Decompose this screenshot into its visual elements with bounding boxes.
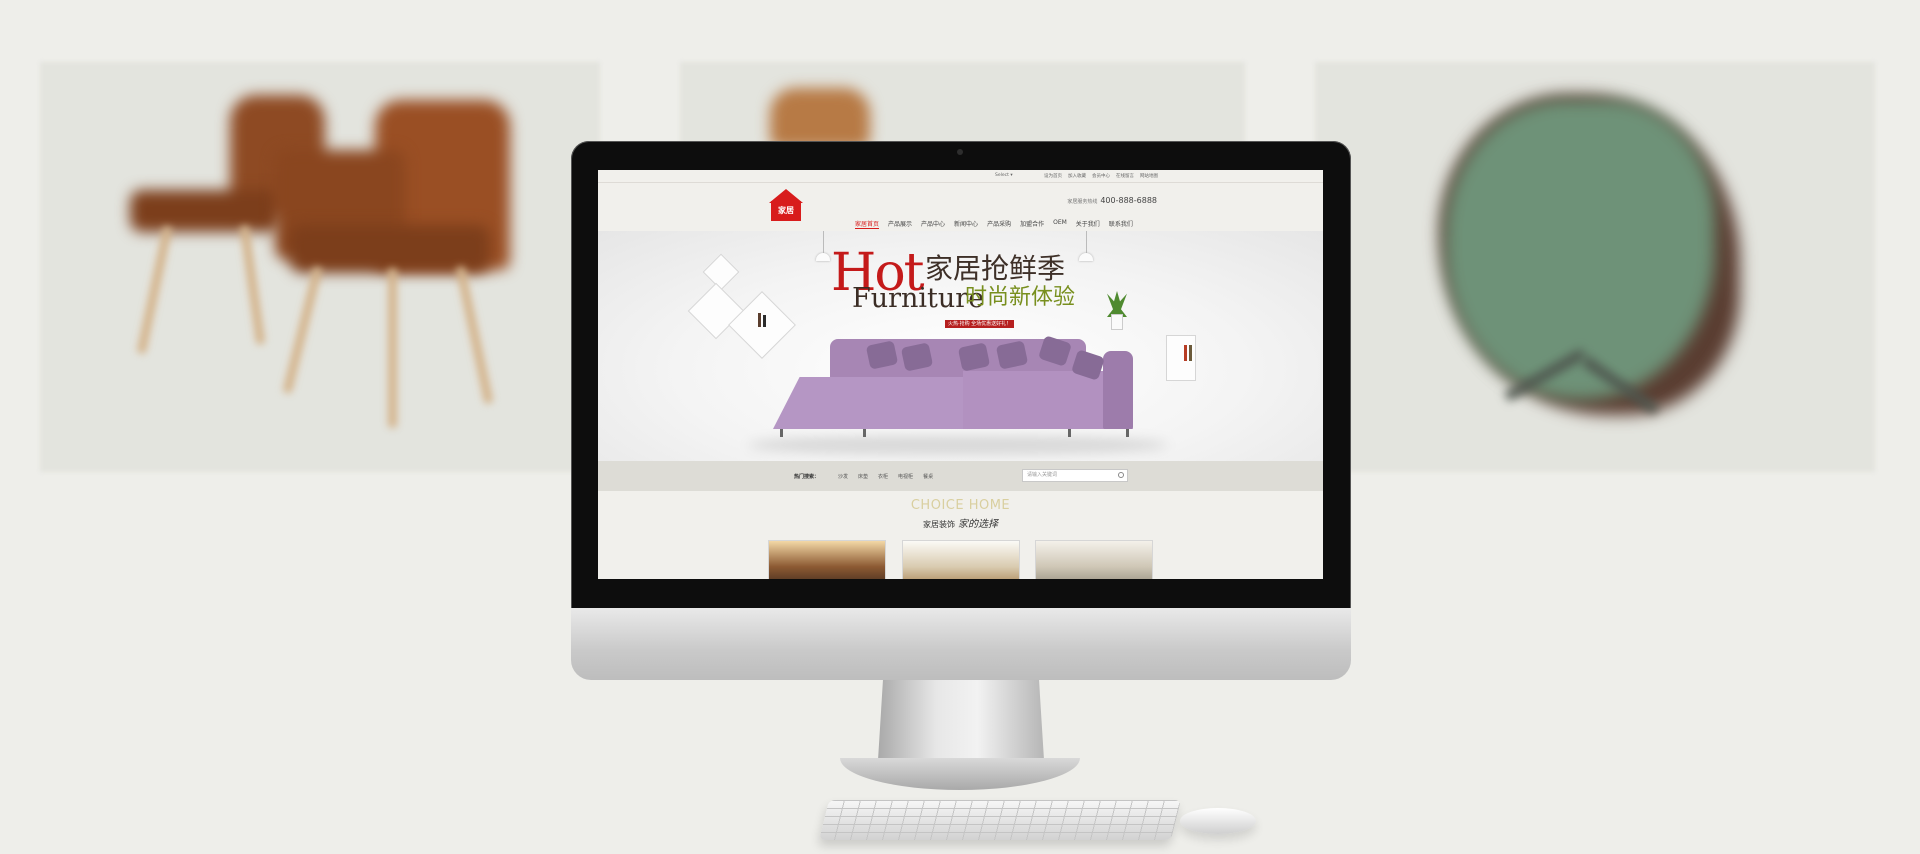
monitor-stand-neck <box>878 680 1044 760</box>
hot-keyword-link[interactable]: 衣柜 <box>878 473 888 480</box>
hot-keyword-link[interactable]: 电视柜 <box>898 473 913 480</box>
pendant-lamp <box>1079 253 1093 261</box>
nav-item-products-show[interactable]: 产品展示 <box>888 219 912 229</box>
wall-shelf <box>728 291 796 359</box>
mouse <box>1180 808 1256 834</box>
section-subtitle: 家居装饰 家的选择 <box>598 515 1323 530</box>
nav-item-purchase[interactable]: 产品采购 <box>987 219 1011 229</box>
wall-shelf <box>702 253 740 291</box>
search-icon[interactable] <box>1118 472 1124 478</box>
section-subtitle-text: 家居装饰 <box>923 520 955 529</box>
pendant-lamp <box>816 253 830 261</box>
room-thumbnail[interactable] <box>768 540 886 579</box>
main-nav: 家居首页 产品展示 产品中心 新闻中心 产品采购 加盟合作 OEM 关于我们 联… <box>855 219 1133 229</box>
utility-link[interactable]: 在线留言 <box>1116 173 1134 179</box>
website-screen: Select ▾ 设为首页 加入收藏 会员中心 在线留言 网站地图 家居 家居服… <box>598 170 1323 579</box>
monitor-chin <box>571 608 1351 680</box>
hotline: 家居服务热线 400-888-6888 <box>1067 196 1157 205</box>
site-header: 家居 家居服务热线 400-888-6888 家居首页 产品展示 产品中心 新闻中… <box>598 183 1323 231</box>
banner-headline: 家居抢鲜季 <box>925 252 1066 285</box>
room-thumbnail[interactable] <box>902 540 1020 579</box>
search-input[interactable]: 请输入关键词 <box>1022 469 1128 482</box>
hotline-label: 家居服务热线 <box>1067 199 1098 205</box>
nav-item-products-center[interactable]: 产品中心 <box>921 219 945 229</box>
nav-item-home[interactable]: 家居首页 <box>855 219 880 229</box>
utility-links: 设为首页 加入收藏 会员中心 在线留言 网站地图 <box>1044 173 1158 179</box>
hot-keyword-link[interactable]: 床垫 <box>858 473 868 480</box>
nav-item-about[interactable]: 关于我们 <box>1076 219 1100 229</box>
search-bar: 热门搜索： 沙发 床垫 衣柜 电视柜 餐桌 请输入关键词 <box>598 461 1323 491</box>
utility-link[interactable]: 会员中心 <box>1092 173 1110 179</box>
sofa-shadow <box>748 435 1168 455</box>
nav-item-oem[interactable]: OEM <box>1053 219 1067 229</box>
banner-subheadline: 时尚新体验 <box>965 285 1076 310</box>
plant-pot <box>1111 314 1123 330</box>
section-title: CHOICE HOME <box>910 498 1011 513</box>
top-utility-bar: Select ▾ 设为首页 加入收藏 会员中心 在线留言 网站地图 <box>598 170 1323 183</box>
hero-banner[interactable]: Hot Furniture 家居抢鲜季 时尚新体验 火热·抢购 全场优惠送好礼！ <box>598 231 1323 461</box>
nav-item-contact[interactable]: 联系我们 <box>1109 219 1133 229</box>
keyboard <box>819 800 1181 840</box>
logo-text: 家居 <box>771 201 801 221</box>
promo-tag: 火热·抢购 全场优惠送好礼！ <box>945 320 1015 328</box>
utility-link[interactable]: 加入收藏 <box>1068 173 1086 179</box>
monitor-stand-foot <box>840 758 1080 790</box>
section-subtitle-script: 家的选择 <box>958 519 998 530</box>
utility-link[interactable]: 网站地图 <box>1140 173 1158 179</box>
utility-link[interactable]: 设为首页 <box>1044 173 1062 179</box>
hotline-number: 400-888-6888 <box>1100 196 1157 205</box>
hot-search-label: 热门搜索： <box>794 474 820 480</box>
site-logo[interactable]: 家居 <box>767 189 805 221</box>
nav-item-franchise[interactable]: 加盟合作 <box>1020 219 1044 229</box>
camera-icon <box>957 149 963 155</box>
hot-keyword-link[interactable]: 沙发 <box>838 473 848 480</box>
hot-keyword-link[interactable]: 餐桌 <box>923 473 933 480</box>
language-select[interactable]: Select ▾ <box>995 173 1013 178</box>
room-thumbnail[interactable] <box>1035 540 1153 579</box>
nav-item-news[interactable]: 新闻中心 <box>954 219 978 229</box>
hot-keywords: 沙发 床垫 衣柜 电视柜 餐桌 <box>838 473 933 480</box>
